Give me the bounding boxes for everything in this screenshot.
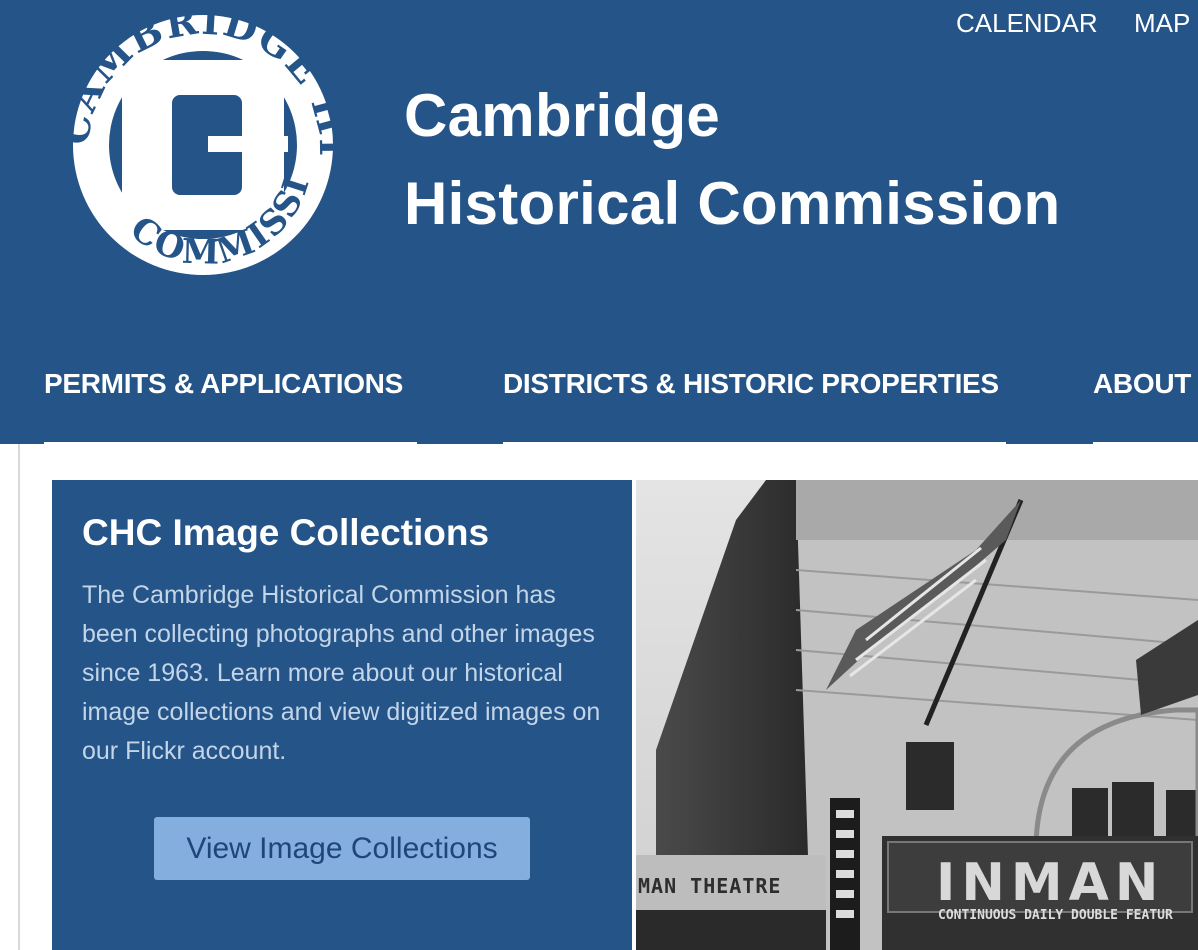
calendar-link[interactable]: CALENDAR <box>956 8 1098 39</box>
nav-permits-applications[interactable]: PERMITS & APPLICATIONS <box>44 368 403 400</box>
map-link[interactable]: MAP <box>1134 8 1190 39</box>
inman-theatre-photo: INMAN CONTINUOUS DAILY DOUBLE FEATUR MAN… <box>636 480 1198 950</box>
nav-about[interactable]: ABOUT <box>1093 368 1191 400</box>
main-nav: PERMITS & APPLICATIONS DISTRICTS & HISTO… <box>0 350 1198 444</box>
promo-title: CHC Image Collections <box>82 512 490 553</box>
site-title: Cambridge Historical Commission <box>404 72 1060 248</box>
nav-underline <box>503 442 1006 444</box>
content-divider <box>18 444 20 950</box>
site-title-line-1: Cambridge <box>404 82 721 149</box>
promo-description: The Cambridge Historical Commission has … <box>82 581 601 765</box>
image-collections-promo: CHC Image Collections The Cambridge Hist… <box>52 480 632 950</box>
chc-seal-icon: CAMBRIDGE HISTORICAL COMMISSION <box>20 0 354 275</box>
site-title-line-2: Historical Commission <box>404 170 1061 237</box>
site-logo[interactable]: CAMBRIDGE HISTORICAL COMMISSION <box>20 0 368 290</box>
nav-underline <box>44 442 417 444</box>
theatre-sign-text: MAN THEATRE <box>638 874 782 898</box>
marquee-subtext: CONTINUOUS DAILY DOUBLE FEATUR <box>938 908 1173 923</box>
marquee-text: INMAN <box>936 853 1165 913</box>
view-image-collections-button[interactable]: View Image Collections <box>154 817 530 880</box>
nav-underline <box>1093 442 1198 444</box>
nav-districts-historic-properties[interactable]: DISTRICTS & HISTORIC PROPERTIES <box>503 368 999 400</box>
site-header: CAMBRIDGE HISTORICAL COMMISSION CALENDAR… <box>0 0 1198 444</box>
